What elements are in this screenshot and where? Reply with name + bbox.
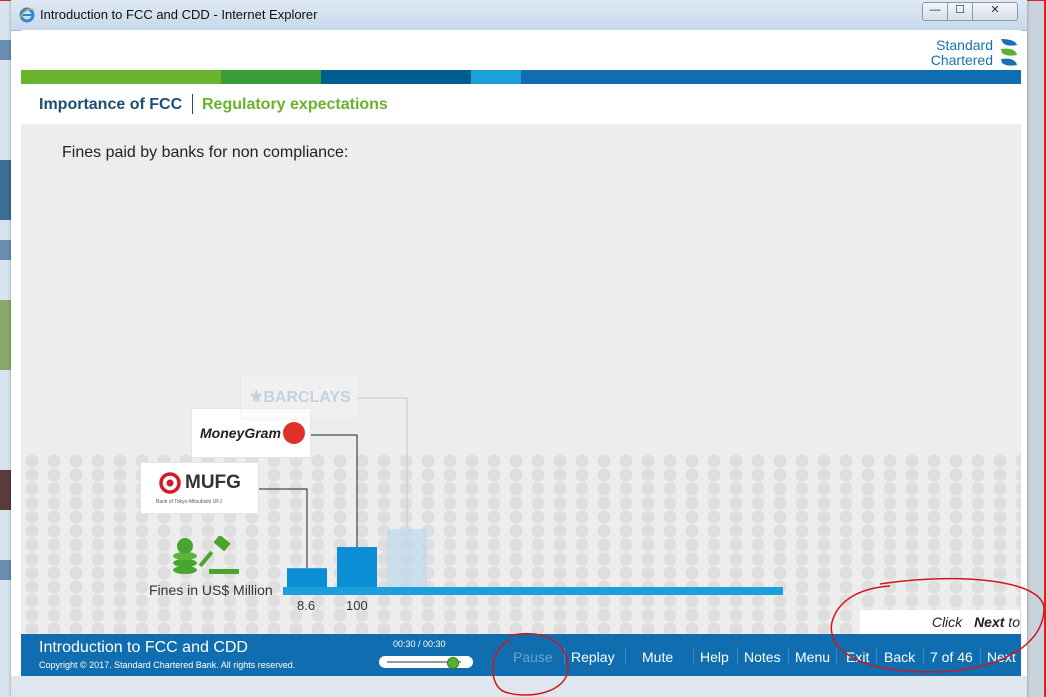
mufg-logo: MUFG Bank of Tokyo-Mitsubishi UFJ — [140, 462, 259, 514]
progress-handle[interactable] — [447, 657, 459, 669]
replay-button[interactable]: Replay — [571, 649, 615, 665]
leader-line-moneygram — [309, 434, 358, 547]
control-divider — [836, 648, 837, 664]
close-button[interactable]: ✕ — [972, 2, 1018, 21]
control-divider — [564, 648, 565, 664]
bar-value-label: 100 — [346, 598, 368, 613]
control-divider — [693, 648, 694, 664]
breadcrumb-topic: Regulatory expectations — [202, 96, 388, 113]
minimize-button[interactable]: — — [922, 2, 948, 21]
slide-content: Fines paid by banks for non compliance: … — [21, 124, 1021, 634]
control-divider — [625, 648, 626, 664]
logo-line2: Chartered — [930, 52, 993, 68]
control-divider — [876, 648, 877, 664]
control-divider — [737, 648, 738, 664]
help-button[interactable]: Help — [700, 649, 729, 665]
breadcrumb: Importance of FCC Regulatory expectation… — [21, 84, 1021, 124]
pause-button[interactable]: Pause — [513, 649, 553, 665]
mute-button[interactable]: Mute — [642, 649, 673, 665]
browser-window: Introduction to FCC and CDD - Internet E… — [11, 0, 1027, 697]
moneygram-logo-text: MoneyGram — [200, 425, 281, 441]
money-gavel-icon — [173, 536, 239, 574]
mufg-ring-icon — [159, 472, 181, 494]
mufg-logo-text: MUFG — [185, 472, 241, 493]
leader-line-barclays — [357, 397, 408, 529]
window-bottom-edge — [11, 676, 1027, 697]
exit-button[interactable]: Exit — [846, 649, 869, 665]
next-button[interactable]: Next — [987, 649, 1016, 665]
maximize-button[interactable]: ☐ — [947, 2, 973, 21]
leader-line-mufg — [257, 488, 308, 569]
standard-chartered-logo-text: Standard Chartered — [916, 38, 993, 68]
logo-line1: Standard — [936, 37, 993, 53]
control-divider — [923, 648, 924, 664]
bar-mufg — [287, 568, 327, 587]
title-bar: Introduction to FCC and CDD - Internet E… — [11, 0, 1027, 31]
window-title: Introduction to FCC and CDD - Internet E… — [40, 7, 318, 22]
course-title: Introduction to FCC and CDD — [39, 639, 248, 656]
player-footer: Introduction to FCC and CDD Copyright © … — [21, 634, 1021, 676]
internet-explorer-icon — [19, 7, 35, 23]
mufg-logo-subtext: Bank of Tokyo-Mitsubishi UFJ — [156, 499, 222, 505]
standard-chartered-logo-icon — [1001, 39, 1017, 66]
back-button[interactable]: Back — [884, 649, 915, 665]
control-divider — [788, 648, 789, 664]
click-next-hint: Click Next to continue. — [860, 610, 1020, 654]
breadcrumb-divider — [192, 94, 193, 114]
control-divider — [980, 648, 981, 664]
bar-barclays — [387, 529, 427, 587]
brand-color-bar — [21, 70, 1021, 84]
course-header: Standard Chartered — [21, 30, 1021, 70]
barclays-logo: ⚜BARCLAYS — [240, 374, 359, 420]
moneygram-swirl-icon — [283, 422, 305, 444]
menu-button[interactable]: Menu — [795, 649, 830, 665]
copyright-text: Copyright © 2017. Standard Chartered Ban… — [39, 660, 296, 670]
bar-value-label: 8.6 — [297, 598, 316, 613]
progress-slider[interactable] — [379, 656, 473, 669]
time-readout: 00:30 / 00:30 — [393, 639, 446, 649]
page-counter: 7 of 46 — [930, 649, 973, 665]
barclays-logo-text: ⚜BARCLAYS — [249, 389, 351, 406]
breadcrumb-section: Importance of FCC — [39, 96, 183, 113]
fines-axis-label: Fines in US$ Million — [149, 582, 273, 598]
bar-moneygram — [337, 547, 377, 587]
notes-button[interactable]: Notes — [744, 649, 781, 665]
